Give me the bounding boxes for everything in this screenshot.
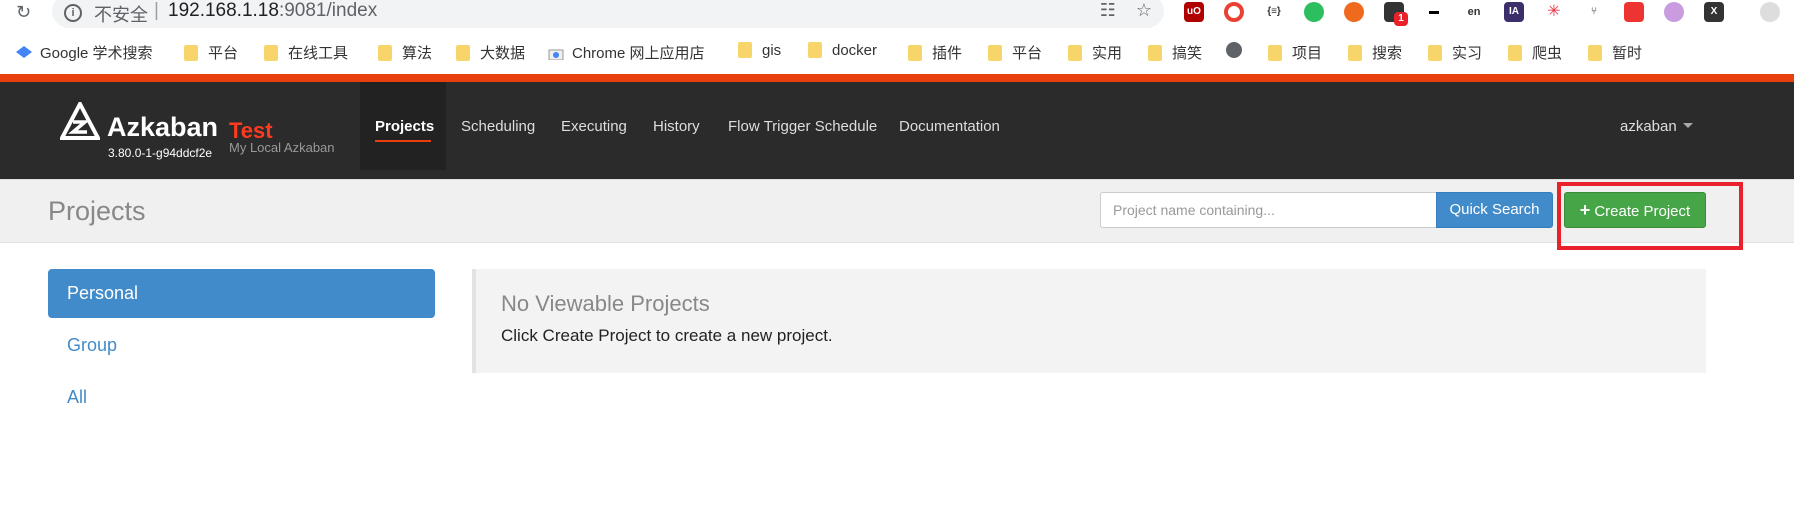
folder-icon [378, 45, 392, 61]
caret-down-icon [1682, 123, 1693, 128]
bookmark-folder[interactable]: 搞笑 [1148, 42, 1202, 63]
address-row: ↻ i 不安全 | 192.168.1.18:9081/index ☷ ☆ uO … [0, 0, 1794, 28]
nav-documentation[interactable]: Documentation [899, 118, 1000, 135]
security-label: 不安全 [94, 5, 148, 25]
ublock-icon[interactable]: uO [1184, 2, 1204, 22]
extension-badge-count: 1 [1394, 12, 1408, 26]
sql-icon[interactable] [1624, 2, 1644, 22]
bookmark-folder[interactable]: 爬虫 [1508, 42, 1562, 63]
bookmark-folder[interactable]: 搜索 [1348, 42, 1402, 63]
nav-executing[interactable]: Executing [561, 118, 627, 135]
sidebar-item-personal[interactable]: Personal [48, 269, 435, 318]
ia-icon[interactable]: IA [1504, 2, 1524, 22]
bookmark-folder[interactable]: 算法 [378, 42, 432, 63]
chrome-color-icon[interactable] [1224, 2, 1244, 22]
folder-icon [1268, 45, 1282, 61]
url-path: :9081/index [278, 0, 378, 21]
empty-projects-panel: No Viewable Projects Click Create Projec… [472, 269, 1706, 373]
bookmark-folder[interactable]: 平台 [988, 42, 1042, 63]
nav-projects[interactable]: Projects [375, 118, 434, 135]
empty-state-message: Click Create Project to create a new pro… [501, 326, 833, 345]
quick-search-button[interactable]: Quick Search [1436, 192, 1553, 228]
folder-icon [264, 45, 278, 61]
url-host: 192.168.1.18 [168, 0, 279, 21]
lifebuoy-icon[interactable] [1344, 2, 1364, 22]
folder-icon [1588, 45, 1602, 61]
google-scholar-icon [16, 46, 32, 58]
user-name: azkaban [1620, 118, 1677, 135]
folder-icon [988, 45, 1002, 61]
folder-icon [908, 45, 922, 61]
bookmark-folder[interactable]: 实习 [1428, 42, 1482, 63]
tree-icon[interactable]: ⑂ [1584, 2, 1604, 22]
url-separator: | [154, 0, 159, 21]
folder-icon [1348, 45, 1362, 61]
page-header: Projects Quick Search +Create Project [0, 179, 1794, 243]
globe-icon [1226, 42, 1242, 58]
accent-bar [0, 74, 1794, 82]
bookmark-google-scholar[interactable]: Google 学术搜索 [16, 42, 153, 63]
nav-history[interactable]: History [653, 118, 700, 135]
sidebar-item-all[interactable]: All [67, 387, 87, 408]
translate-en-icon[interactable]: en [1464, 2, 1484, 22]
folder-icon [456, 45, 470, 61]
browser-chrome: ↻ i 不安全 | 192.168.1.18:9081/index ☷ ☆ uO … [0, 0, 1794, 76]
page-title: Projects [48, 196, 146, 226]
bookmark-globe[interactable] [1226, 42, 1242, 59]
x-icon[interactable]: X [1704, 2, 1724, 22]
version-label: 3.80.0-1-g94ddcf2e [108, 146, 213, 160]
evernote-icon[interactable] [1304, 2, 1324, 22]
folder-icon [184, 45, 198, 61]
purple-circle-icon[interactable] [1664, 2, 1684, 22]
reload-icon[interactable]: ↻ [16, 2, 31, 23]
bookmark-folder[interactable]: 插件 [908, 42, 962, 63]
sidebar-item-group[interactable]: Group [67, 335, 117, 356]
bookmarks-bar: Google 学术搜索 平台 在线工具 算法 大数据 Chrome 网上应用店 … [0, 38, 1794, 66]
omnibox[interactable]: i 不安全 | 192.168.1.18:9081/index ☷ ☆ [52, 0, 1164, 28]
nav-active-underline [375, 140, 431, 142]
folder-icon [1148, 45, 1162, 61]
folder-icon [1508, 45, 1522, 61]
instance-subtitle: My Local Azkaban [229, 140, 335, 155]
translate-icon[interactable]: ☷ [1100, 0, 1116, 20]
folder-icon [738, 42, 752, 58]
bookmark-folder[interactable]: 暂时 [1588, 42, 1642, 63]
avatar[interactable] [1760, 2, 1780, 22]
highlight-box [1557, 182, 1743, 250]
omnibox-actions: ☷ ☆ [1080, 0, 1152, 21]
pinwheel-icon[interactable]: ✳ [1544, 2, 1564, 22]
nav-flow-trigger-schedule[interactable]: Flow Trigger Schedule [728, 118, 877, 135]
folder-icon [808, 42, 822, 58]
bookmark-folder[interactable]: 在线工具 [264, 42, 348, 63]
azkaban-logo-icon[interactable] [60, 102, 100, 142]
top-navbar: Azkaban Test 3.80.0-1-g94ddcf2e My Local… [0, 82, 1794, 179]
mask-icon[interactable]: ▬ [1424, 2, 1444, 22]
empty-state-title: No Viewable Projects [501, 291, 710, 316]
chrome-store-icon [548, 49, 564, 60]
url-text[interactable]: 192.168.1.18:9081/index [168, 0, 377, 22]
bookmark-folder[interactable]: 项目 [1268, 42, 1322, 63]
nav-scheduling[interactable]: Scheduling [461, 118, 535, 135]
project-search-input[interactable] [1100, 192, 1436, 228]
info-icon[interactable]: i [64, 4, 82, 22]
star-icon[interactable]: ☆ [1136, 0, 1152, 20]
bookmark-folder[interactable]: docker [808, 42, 877, 59]
bookmark-folder[interactable]: 平台 [184, 42, 238, 63]
bookmark-chrome-store[interactable]: Chrome 网上应用店 [548, 42, 705, 63]
bookmark-folder[interactable]: 实用 [1068, 42, 1122, 63]
bookmark-folder[interactable]: gis [738, 42, 781, 59]
folder-icon [1068, 45, 1082, 61]
bookmark-folder[interactable]: 大数据 [456, 42, 525, 63]
brand-name[interactable]: Azkaban [107, 112, 218, 143]
folder-icon [1428, 45, 1442, 61]
json-icon[interactable]: {≡} [1264, 2, 1284, 22]
user-menu[interactable]: azkaban [1620, 118, 1693, 135]
